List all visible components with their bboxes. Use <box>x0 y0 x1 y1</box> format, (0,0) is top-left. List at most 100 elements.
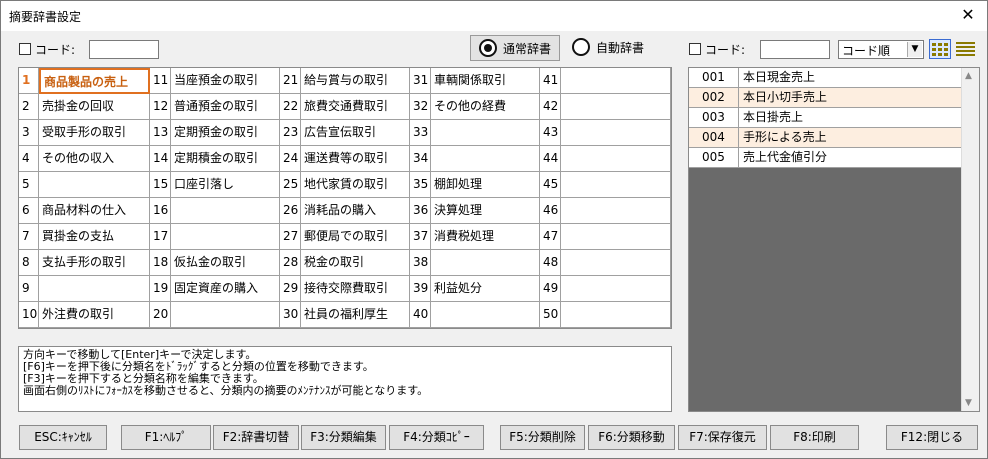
category-number: 27 <box>280 224 301 250</box>
close-icon[interactable]: ✕ <box>957 4 979 26</box>
category-number: 32 <box>410 94 431 120</box>
category-cell-16[interactable] <box>171 198 280 224</box>
list-item[interactable]: 002 本日小切手売上 <box>689 88 961 108</box>
category-cell-41[interactable] <box>561 68 671 94</box>
category-cell-5[interactable] <box>39 172 150 198</box>
category-cell-2[interactable]: 売掛金の回収 <box>39 94 150 120</box>
category-cell-35[interactable]: 棚卸処理 <box>431 172 540 198</box>
category-cell-14[interactable]: 定期積金の取引 <box>171 146 280 172</box>
sort-order-value: コード順 <box>842 44 891 58</box>
sort-order-select[interactable]: コード順 ▼ <box>838 40 924 59</box>
category-cell-39[interactable]: 利益処分 <box>431 276 540 302</box>
f12-button[interactable]: F12:閉じる <box>886 425 978 450</box>
category-cell-46[interactable] <box>561 198 671 224</box>
category-cell-7[interactable]: 買掛金の支払 <box>39 224 150 250</box>
category-cell-17[interactable] <box>171 224 280 250</box>
f7-button[interactable]: F7:保存復元 <box>678 425 767 450</box>
summary-text: 本日現金売上 <box>743 70 816 84</box>
category-grid: 1 商品製品の売上 2 売掛金の回収 3 受取手形の取引 4 その他の収入 5 6 商品材料の仕入 7… <box>18 67 672 329</box>
f8-button[interactable]: F8:印刷 <box>770 425 859 450</box>
summary-code: 002 <box>689 88 739 108</box>
normal-dict-radio[interactable]: 通常辞書 <box>470 35 560 61</box>
category-cell-34[interactable] <box>431 146 540 172</box>
right-code-input[interactable] <box>760 40 830 59</box>
category-cell-31[interactable]: 車輌関係取引 <box>431 68 540 94</box>
category-number: 38 <box>410 250 431 276</box>
category-cell-3[interactable]: 受取手形の取引 <box>39 120 150 146</box>
list-item[interactable]: 003 本日掛売上 <box>689 108 961 128</box>
category-cell-49[interactable] <box>561 276 671 302</box>
category-cell-23[interactable]: 広告宣伝取引 <box>301 120 410 146</box>
category-cell-36[interactable]: 決算処理 <box>431 198 540 224</box>
title-bar: 摘要辞書設定 ✕ <box>1 1 987 31</box>
left-code-input[interactable] <box>89 40 159 59</box>
category-cell-42[interactable] <box>561 94 671 120</box>
category-cell-13[interactable]: 定期預金の取引 <box>171 120 280 146</box>
category-cell-40[interactable] <box>431 302 540 328</box>
category-cell-37[interactable]: 消費税処理 <box>431 224 540 250</box>
category-cell-44[interactable] <box>561 146 671 172</box>
radio-selected-icon <box>479 39 497 57</box>
category-cell-24[interactable]: 運送費等の取引 <box>301 146 410 172</box>
grid-view-icon[interactable] <box>929 39 951 59</box>
left-code-checkbox[interactable] <box>19 43 31 55</box>
category-cell-18[interactable]: 仮払金の取引 <box>171 250 280 276</box>
category-cell-19[interactable]: 固定資産の購入 <box>171 276 280 302</box>
category-cell-4[interactable]: その他の収入 <box>39 146 150 172</box>
category-number: 2 <box>19 94 39 120</box>
category-cell-47[interactable] <box>561 224 671 250</box>
f2-button[interactable]: F2:辞書切替 <box>213 425 299 450</box>
list-item[interactable]: 005 売上代金値引分 <box>689 148 961 168</box>
category-cell-11[interactable]: 当座預金の取引 <box>171 68 280 94</box>
category-number: 41 <box>540 68 561 94</box>
category-cell-6[interactable]: 商品材料の仕入 <box>39 198 150 224</box>
category-cell-20[interactable] <box>171 302 280 328</box>
window-title: 摘要辞書設定 <box>9 10 82 24</box>
category-cell-8[interactable]: 支払手形の取引 <box>39 250 150 276</box>
category-cell-9[interactable] <box>39 276 150 302</box>
category-cell-50[interactable] <box>561 302 671 328</box>
category-cell-30[interactable]: 社員の福利厚生 <box>301 302 410 328</box>
auto-dict-radio[interactable]: 自動辞書 <box>572 38 644 56</box>
category-cell-43[interactable] <box>561 120 671 146</box>
scroll-up-icon[interactable]: ▲ <box>965 71 972 81</box>
scroll-down-icon[interactable]: ▼ <box>965 398 972 408</box>
normal-dict-label: 通常辞書 <box>503 41 552 56</box>
category-cell-1[interactable]: 商品製品の売上 <box>39 68 150 94</box>
f4-button[interactable]: F4:分類ｺﾋﾟｰ <box>389 425 484 450</box>
category-number: 43 <box>540 120 561 146</box>
category-cell-29[interactable]: 接待交際費取引 <box>301 276 410 302</box>
category-cell-33[interactable] <box>431 120 540 146</box>
category-number: 7 <box>19 224 39 250</box>
category-cell-45[interactable] <box>561 172 671 198</box>
category-cell-38[interactable] <box>431 250 540 276</box>
summary-list: ▲ ▼ 001 本日現金売上 002 本日小切手売上 003 本日掛売上 004 手形による売… <box>688 67 980 412</box>
f1-button[interactable]: F1:ﾍﾙﾌﾟ <box>121 425 211 450</box>
esc-button[interactable]: ESC:ｷｬﾝｾﾙ <box>19 425 107 450</box>
category-number: 1 <box>19 68 39 94</box>
list-view-icon[interactable] <box>955 39 977 59</box>
category-number: 48 <box>540 250 561 276</box>
category-cell-21[interactable]: 給与賞与の取引 <box>301 68 410 94</box>
category-number: 21 <box>280 68 301 94</box>
category-cell-32[interactable]: その他の経費 <box>431 94 540 120</box>
category-cell-12[interactable]: 普通預金の取引 <box>171 94 280 120</box>
list-item[interactable]: 001 本日現金売上 <box>689 68 961 88</box>
f5-button[interactable]: F5:分類削除 <box>500 425 585 450</box>
list-item[interactable]: 004 手形による売上 <box>689 128 961 148</box>
category-cell-28[interactable]: 税金の取引 <box>301 250 410 276</box>
f3-button[interactable]: F3:分類編集 <box>301 425 386 450</box>
category-cell-22[interactable]: 旅費交通費取引 <box>301 94 410 120</box>
category-cell-48[interactable] <box>561 250 671 276</box>
category-number: 36 <box>410 198 431 224</box>
category-number: 37 <box>410 224 431 250</box>
category-cell-10[interactable]: 外注費の取引 <box>39 302 150 328</box>
f6-button[interactable]: F6:分類移動 <box>588 425 675 450</box>
right-code-checkbox[interactable] <box>689 43 701 55</box>
category-cell-27[interactable]: 郵便局での取引 <box>301 224 410 250</box>
category-cell-25[interactable]: 地代家賃の取引 <box>301 172 410 198</box>
scrollbar[interactable]: ▲ ▼ <box>961 68 979 411</box>
category-number: 15 <box>150 172 171 198</box>
category-cell-15[interactable]: 口座引落し <box>171 172 280 198</box>
category-cell-26[interactable]: 消耗品の購入 <box>301 198 410 224</box>
